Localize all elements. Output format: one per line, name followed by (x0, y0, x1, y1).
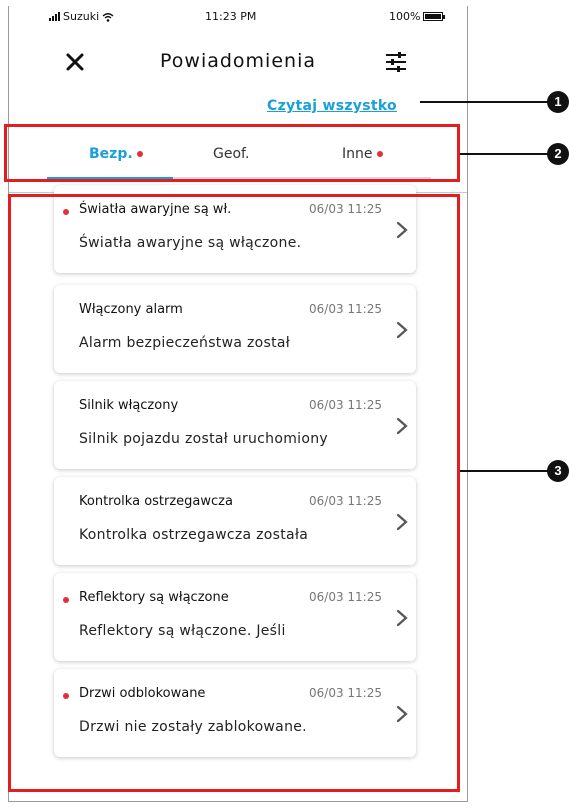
callout-line (460, 153, 548, 155)
callout-line (420, 101, 548, 103)
carrier-name: Suzuki (63, 10, 100, 23)
callout-badge: 2 (547, 143, 569, 165)
callout-badge: 3 (547, 460, 569, 482)
status-bar: Suzuki 11:23 PM 100% (9, 6, 467, 28)
wifi-icon (102, 12, 114, 22)
read-all-link[interactable]: Czytaj wszystko (267, 98, 397, 114)
sliders-icon (386, 52, 406, 72)
callout-line (460, 470, 548, 472)
highlight-box-tabs (4, 124, 460, 182)
filter-button[interactable] (381, 48, 411, 76)
callout-badge: 1 (547, 91, 569, 113)
battery-icon (423, 12, 446, 21)
battery-percent: 100% (389, 10, 421, 23)
highlight-box-list (8, 194, 460, 792)
header: Powiadomienia (9, 36, 467, 86)
carrier-indicator: Suzuki (49, 10, 114, 23)
signal-icon (49, 12, 60, 21)
status-time: 11:23 PM (205, 10, 257, 23)
battery-indicator: 100% (389, 10, 446, 23)
